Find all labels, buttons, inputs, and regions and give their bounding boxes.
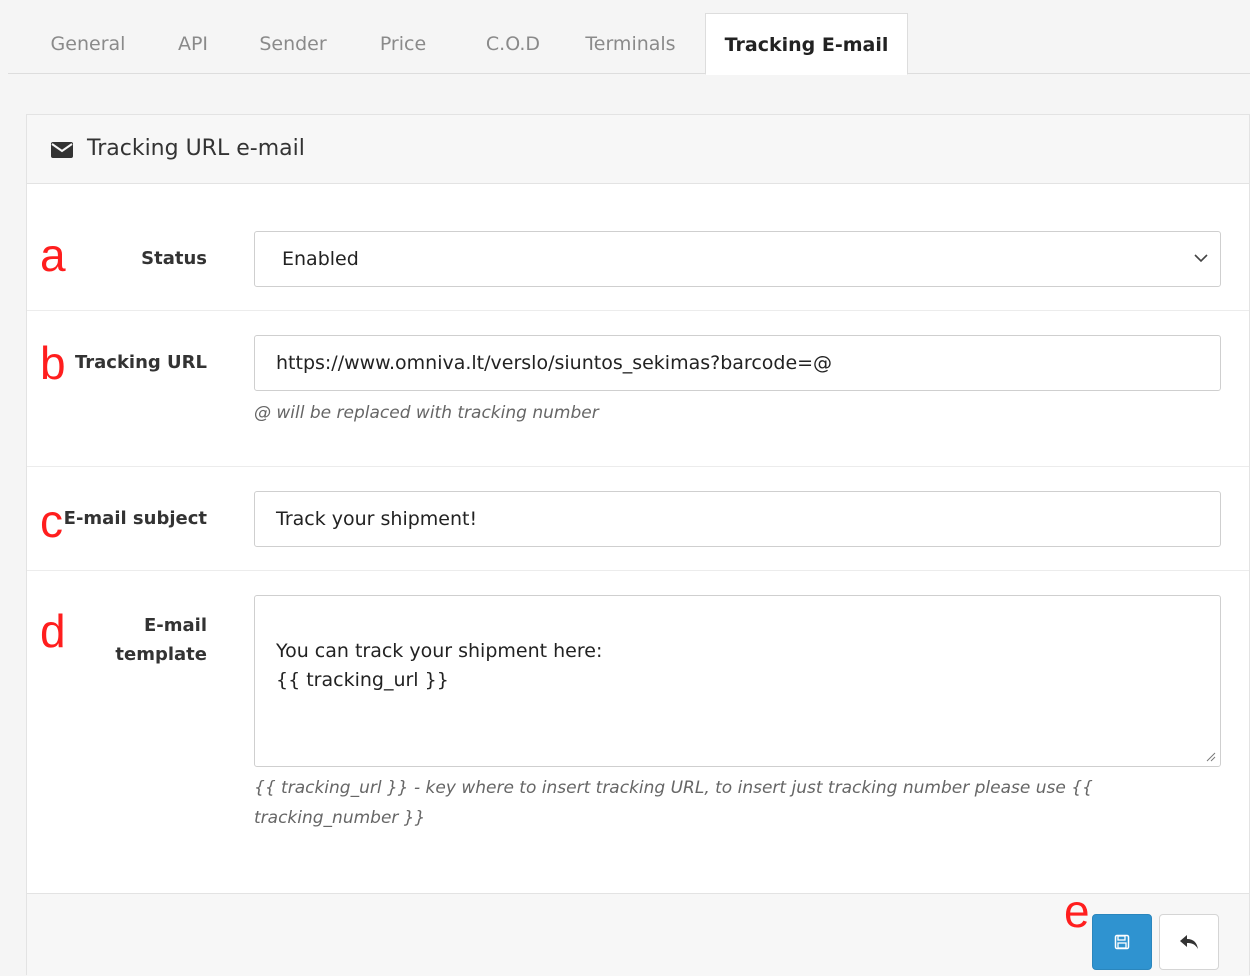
tab-terminals[interactable]: Terminals [573,13,688,75]
back-button[interactable] [1159,914,1219,970]
status-select[interactable]: Enabled [254,231,1221,287]
status-label: Status [141,248,207,269]
email-template-label-line1: E-mail [143,615,207,636]
tracking-email-panel: Tracking URL e-mail Status Enabled Track… [26,114,1250,976]
settings-page: General API Sender Price C.O.D Terminals… [0,0,1250,976]
annotation-e: e [1064,885,1090,937]
tab-tracking-email[interactable]: Tracking E-mail [705,13,908,75]
tab-api[interactable]: API [158,13,228,75]
save-button[interactable] [1092,914,1152,970]
back-icon [1180,935,1198,949]
email-subject-label: E-mail subject [63,508,207,529]
annotation-b: b [40,337,66,389]
email-template-help-line1: {{ tracking_url }} - key where to insert… [254,778,1093,798]
tracking-url-input[interactable]: https://www.omniva.lt/verslo/siuntos_sek… [254,335,1221,391]
email-subject-input[interactable]: Track your shipment! [254,491,1221,547]
envelope-icon [51,142,73,158]
email-template-value: You can track your shipment here: {{ tra… [276,640,603,691]
row-divider [27,570,1249,571]
email-template-label: E-mail template [87,611,207,669]
email-template-label-line2: template [115,644,207,665]
tracking-url-help: @ will be replaced with tracking number [254,403,599,423]
chevron-down-icon [1194,254,1208,263]
status-select-value: Enabled [282,248,359,270]
tab-cod[interactable]: C.O.D [473,13,553,75]
email-template-textarea[interactable]: You can track your shipment here: {{ tra… [254,595,1221,767]
row-divider [27,466,1249,467]
annotation-a: a [40,229,66,281]
tab-sender[interactable]: Sender [243,13,343,75]
email-template-help-line2: tracking_number }} [254,808,426,828]
tab-general[interactable]: General [28,13,148,75]
panel-heading: Tracking URL e-mail [27,115,1249,184]
row-divider [27,310,1249,311]
resize-handle-icon[interactable] [1206,752,1216,762]
panel-title: Tracking URL e-mail [87,136,305,161]
email-template-help: {{ tracking_url }} - key where to insert… [254,773,1093,833]
tab-price[interactable]: Price [363,13,443,75]
annotation-c: c [40,495,63,547]
tab-bar: General API Sender Price C.O.D Terminals… [8,13,1250,75]
save-icon [1114,934,1130,950]
tracking-url-label: Tracking URL [74,352,207,373]
annotation-d: d [40,605,66,657]
